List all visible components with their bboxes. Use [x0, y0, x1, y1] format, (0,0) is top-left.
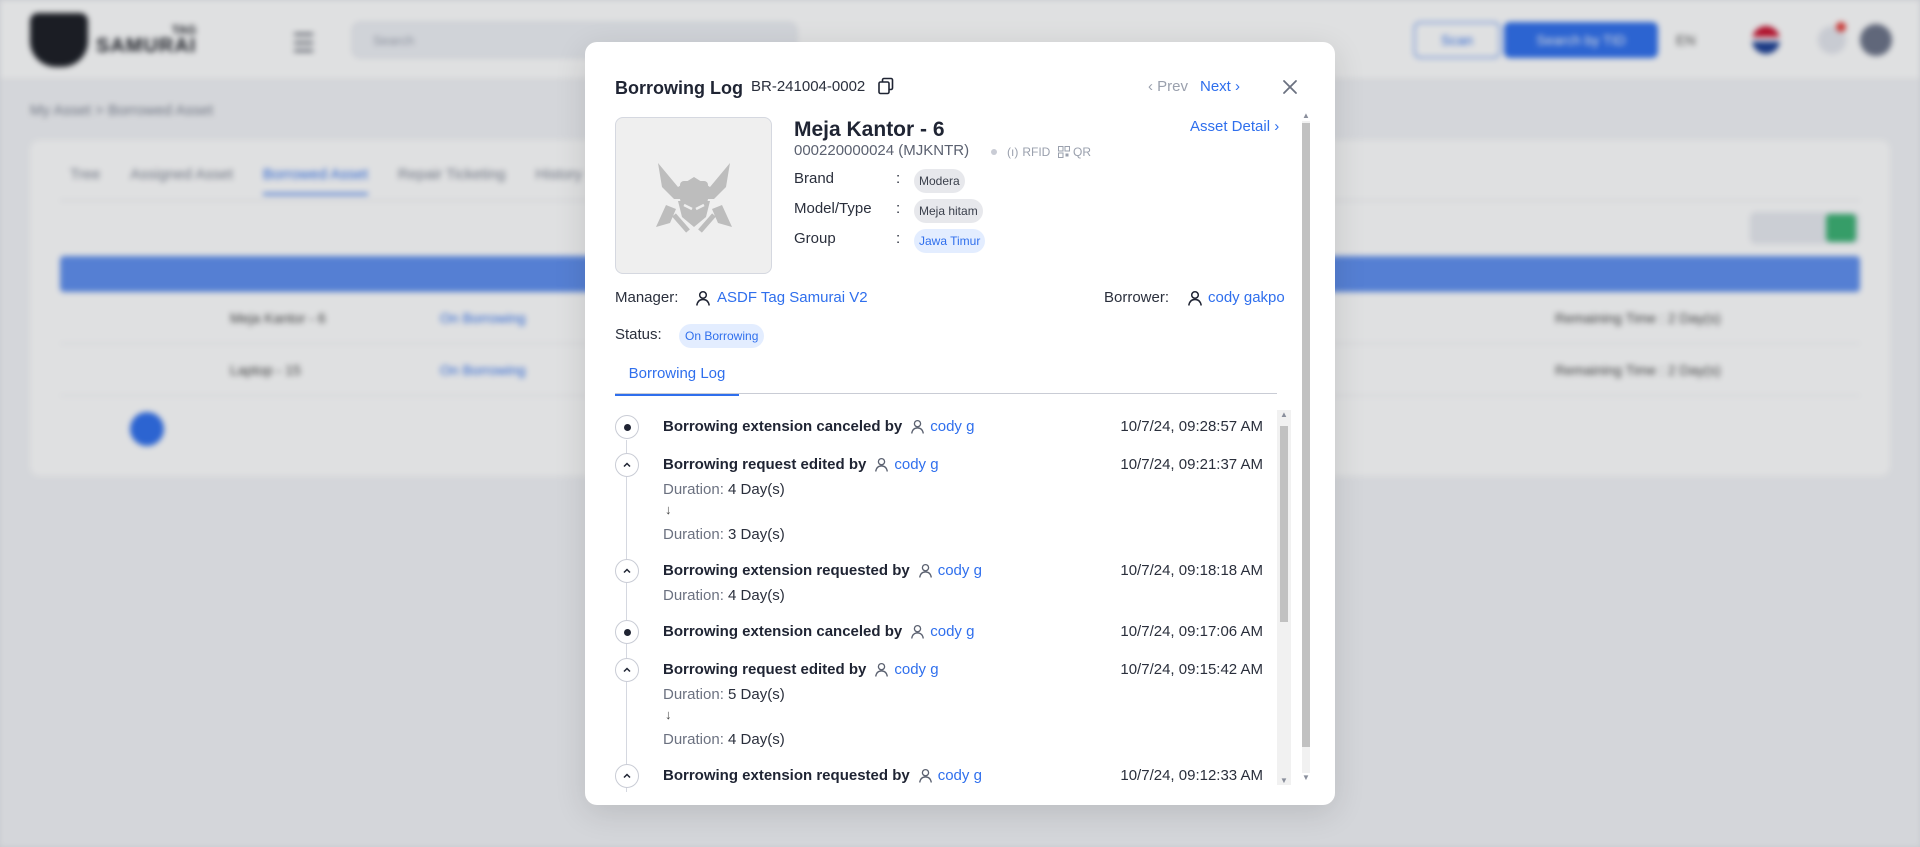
group-colon: :	[896, 230, 901, 247]
user-icon	[1188, 290, 1202, 306]
rfid-tag: (ı) RFID	[991, 145, 1050, 159]
next-button[interactable]: Next ›	[1200, 78, 1240, 95]
log-action: Borrowing extension canceled by	[663, 623, 903, 640]
borrowing-code: BR-241004-0002	[751, 78, 866, 95]
log-user-link[interactable]: cody g	[918, 767, 982, 784]
rfid-icon: (ı)	[1007, 145, 1019, 159]
group-chip: Jawa Timur	[914, 229, 986, 253]
status-badge: On Borrowing	[679, 324, 765, 348]
status-dot-icon	[991, 149, 997, 155]
chevron-up-icon[interactable]	[615, 764, 639, 788]
group-label: Group	[794, 230, 836, 247]
chevron-up-icon[interactable]	[615, 658, 639, 682]
brand-label: Brand	[794, 170, 835, 187]
user-icon	[911, 419, 925, 434]
log-time: 10/7/24, 09:21:37 AM	[1120, 456, 1263, 473]
rfid-label: RFID	[1022, 145, 1051, 159]
asset-detail-link[interactable]: Asset Detail ›	[1190, 118, 1279, 135]
log-user-name[interactable]: cody g	[894, 456, 938, 473]
log-user-name[interactable]: cody g	[894, 661, 938, 678]
prev-button[interactable]: ‹ Prev	[1148, 78, 1188, 95]
log-time: 10/7/24, 09:17:06 AM	[1120, 623, 1263, 640]
log-time: 10/7/24, 09:12:33 AM	[1120, 767, 1263, 784]
user-icon	[696, 290, 710, 306]
tab-borrowing-log[interactable]: Borrowing Log	[615, 364, 739, 396]
copy-icon[interactable]	[877, 77, 895, 95]
brand-colon: :	[896, 170, 901, 187]
log-scrollbar[interactable]: ▲ ▼	[1277, 410, 1291, 785]
tab-divider	[615, 393, 1277, 394]
log-time: 10/7/24, 09:15:42 AM	[1120, 661, 1263, 678]
log-action: Borrowing request edited by	[663, 456, 867, 473]
qr-label: QR	[1073, 145, 1091, 159]
status-label: Status:	[615, 326, 662, 343]
user-icon	[918, 563, 932, 578]
scroll-down-icon[interactable]: ▼	[1300, 773, 1312, 783]
qr-tag: QR	[1058, 145, 1091, 159]
timeline-line	[626, 440, 627, 792]
log-duration-from: Duration: 5 Day(s)	[663, 686, 785, 703]
borrowing-log-modal: Borrowing Log BR-241004-0002 ‹ Prev Next…	[585, 42, 1335, 805]
user-icon	[911, 624, 925, 639]
borrowing-log-list: Borrowing extension canceled by cody g 1…	[615, 410, 1293, 792]
scroll-up-icon[interactable]: ▲	[1277, 410, 1291, 419]
scroll-down-icon[interactable]: ▼	[1277, 776, 1291, 785]
log-user-name[interactable]: cody g	[938, 767, 982, 784]
log-user-name[interactable]: cody g	[930, 418, 974, 435]
log-user-link[interactable]: cody g	[910, 418, 974, 435]
user-icon	[918, 768, 932, 783]
log-action: Borrowing extension requested by	[663, 767, 910, 784]
log-action: Borrowing extension requested by	[663, 562, 910, 579]
log-duration: Duration: 4 Day(s)	[663, 587, 785, 604]
user-icon	[875, 457, 889, 472]
arrow-down-icon: ↓	[665, 502, 672, 517]
log-user-name[interactable]: cody g	[930, 623, 974, 640]
log-user-link[interactable]: cody g	[874, 456, 939, 473]
manager-link[interactable]: ASDF Tag Samurai V2	[717, 289, 868, 306]
log-action: Borrowing request edited by	[663, 661, 867, 678]
brand-chip: Modera	[914, 169, 965, 193]
model-chip: Meja hitam	[914, 199, 983, 223]
chevron-up-icon[interactable]	[615, 453, 639, 477]
log-time: 10/7/24, 09:28:57 AM	[1120, 418, 1263, 435]
samurai-helmet-icon	[655, 162, 732, 233]
asset-name: Meja Kantor - 6	[794, 118, 945, 141]
modal-title: Borrowing Log	[615, 78, 743, 98]
user-icon	[875, 662, 889, 677]
arrow-down-icon: ↓	[665, 707, 672, 722]
log-duration-to: Duration: 3 Day(s)	[663, 526, 785, 543]
log-scrollbar-thumb[interactable]	[1280, 426, 1288, 622]
log-user-link[interactable]: cody g	[874, 661, 939, 678]
log-user-link[interactable]: cody g	[918, 562, 982, 579]
log-time: 10/7/24, 09:18:18 AM	[1120, 562, 1263, 579]
borrower-label: Borrower:	[1104, 289, 1170, 306]
log-user-link[interactable]: cody g	[910, 623, 974, 640]
modal-scrollbar[interactable]: ▲ ▼	[1300, 111, 1312, 783]
scroll-up-icon[interactable]: ▲	[1300, 111, 1312, 121]
log-user-name[interactable]: cody g	[938, 562, 982, 579]
modal-scrollbar-thumb[interactable]	[1302, 123, 1310, 747]
model-colon: :	[896, 200, 901, 217]
model-label: Model/Type	[794, 200, 872, 217]
log-duration-from: Duration: 4 Day(s)	[663, 481, 785, 498]
log-duration-to: Duration: 4 Day(s)	[663, 731, 785, 748]
close-icon[interactable]	[1280, 77, 1300, 97]
asset-image	[615, 117, 772, 274]
manager-label: Manager:	[615, 289, 679, 306]
asset-code: 000220000024 (MJKNTR)	[794, 142, 970, 159]
qr-icon	[1058, 146, 1070, 158]
chevron-up-icon[interactable]	[615, 559, 639, 583]
log-action: Borrowing extension canceled by	[663, 418, 903, 435]
dot-icon	[615, 415, 639, 439]
dot-icon	[615, 620, 639, 644]
borrower-link[interactable]: cody gakpo	[1208, 289, 1285, 306]
